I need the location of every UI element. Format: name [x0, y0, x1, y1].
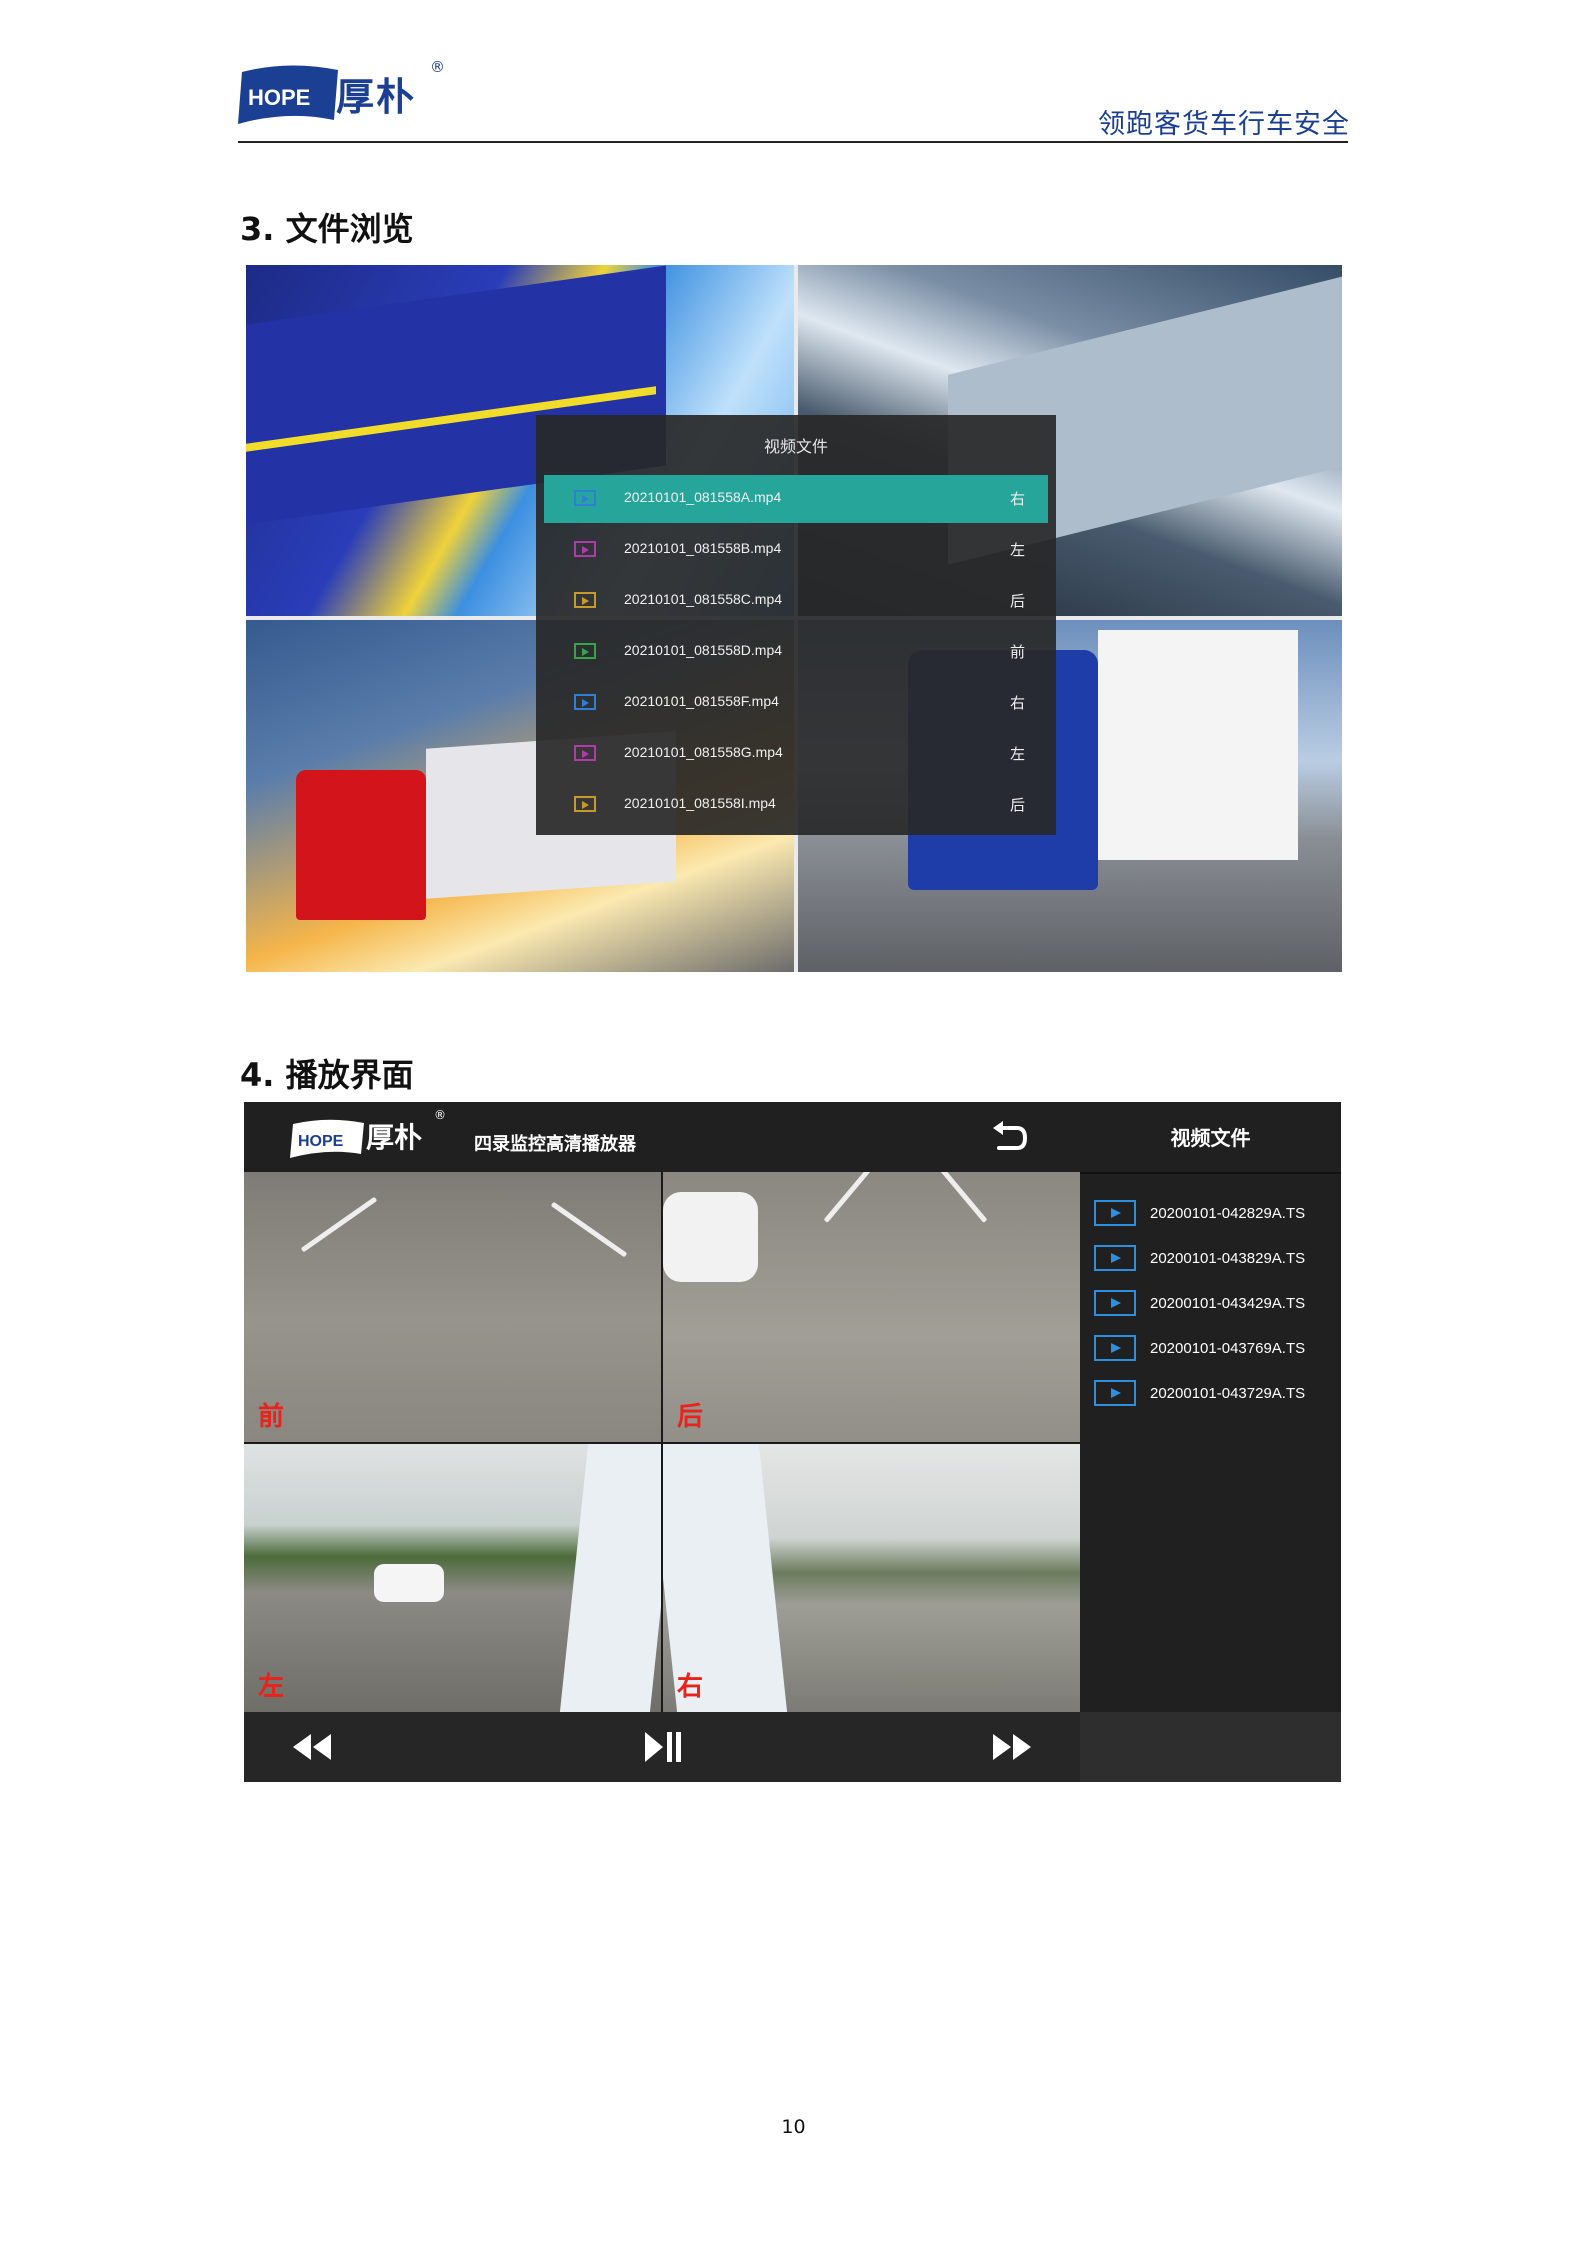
header-divider	[238, 141, 1348, 143]
video-file-icon	[574, 592, 596, 608]
video-file-icon	[574, 694, 596, 710]
camera-view-right[interactable]: 右	[663, 1444, 1080, 1712]
file-camera-position: 右	[1010, 490, 1026, 508]
camera-label-left: 左	[258, 1672, 285, 1702]
logo-chinese-name: 厚朴	[336, 74, 417, 119]
player-logo-flag: HOPE	[290, 1119, 364, 1158]
file-name: 20210101_081558B.mp4	[624, 540, 782, 556]
file-name: 20210101_081558A.mp4	[624, 489, 782, 505]
video-file-icon	[1094, 1380, 1136, 1406]
file-camera-position: 右	[1010, 694, 1026, 712]
file-name: 20210101_081558I.mp4	[624, 795, 776, 811]
player-title-bar: HOPE 厚朴 ® 四录监控高清播放器	[244, 1102, 1080, 1172]
file-name: 20210101_081558G.mp4	[624, 744, 783, 760]
playlist-file-name: 20200101-043769A.TS	[1150, 1340, 1306, 1357]
file-row[interactable]: 20210101_081558G.mp4 左	[544, 730, 1048, 778]
playlist-item[interactable]: 20200101-043729A.TS	[1094, 1378, 1334, 1410]
camera-label-rear: 后	[677, 1402, 704, 1432]
player-logo-chinese: 厚朴	[366, 1121, 423, 1154]
camera-view-rear[interactable]: 后	[663, 1172, 1080, 1442]
file-name: 20210101_081558F.mp4	[624, 693, 779, 709]
file-name: 20210101_081558D.mp4	[624, 642, 783, 658]
svg-text:HOPE: HOPE	[248, 85, 310, 110]
back-arrow-icon[interactable]	[989, 1118, 1029, 1158]
video-file-icon	[1094, 1200, 1136, 1226]
header-slogan: 领跑客货车行车安全	[1098, 109, 1350, 140]
video-file-list-panel: 视频文件 20200101-042829A.TS 20200101-043829A…	[1080, 1102, 1341, 1712]
camera-view-left[interactable]: 左	[244, 1444, 661, 1712]
video-file-icon	[574, 643, 596, 659]
controls-filler	[1080, 1712, 1341, 1782]
playlist-item[interactable]: 20200101-042829A.TS	[1094, 1198, 1334, 1230]
section-title-file-browse: 3. 文件浏览	[240, 210, 414, 248]
file-row[interactable]: 20210101_081558C.mp4 后	[544, 577, 1048, 625]
playlist-file-name: 20200101-043429A.TS	[1150, 1295, 1306, 1312]
player-title: 四录监控高清播放器	[474, 1134, 636, 1155]
playlist-file-name: 20200101-042829A.TS	[1150, 1205, 1306, 1222]
video-file-icon	[1094, 1335, 1136, 1361]
playlist-item[interactable]: 20200101-043829A.TS	[1094, 1243, 1334, 1275]
file-row[interactable]: 20210101_081558D.mp4 前	[544, 628, 1048, 676]
file-row[interactable]: 20210101_081558F.mp4 右	[544, 679, 1048, 727]
file-camera-position: 后	[1010, 796, 1026, 814]
video-file-icon	[574, 796, 596, 812]
playlist-item[interactable]: 20200101-043429A.TS	[1094, 1288, 1334, 1320]
file-camera-position: 左	[1010, 745, 1026, 763]
camera-label-front: 前	[258, 1402, 285, 1432]
camera-view-front[interactable]: 前	[244, 1172, 661, 1442]
video-file-icon	[1094, 1245, 1136, 1271]
rewind-icon[interactable]	[289, 1728, 335, 1766]
video-file-icon	[574, 745, 596, 761]
playlist-file-name: 20200101-043729A.TS	[1150, 1385, 1306, 1402]
svg-text:HOPE: HOPE	[298, 1133, 344, 1150]
file-camera-position: 前	[1010, 643, 1026, 661]
list-title: 视频文件	[1170, 1126, 1251, 1150]
camera-label-right: 右	[677, 1672, 704, 1702]
file-name: 20210101_081558C.mp4	[624, 591, 783, 607]
file-row[interactable]: 20210101_081558A.mp4 右	[544, 475, 1048, 523]
file-browse-screenshot: 视频文件 20210101_081558A.mp4 右 20210101_08155…	[246, 265, 1342, 972]
video-file-dialog: 视频文件 20210101_081558A.mp4 右 20210101_08155…	[536, 415, 1056, 835]
video-file-icon	[574, 490, 596, 506]
video-file-icon	[1094, 1290, 1136, 1316]
file-row[interactable]: 20210101_081558B.mp4 左	[544, 526, 1048, 574]
player-screenshot: HOPE 厚朴 ® 四录监控高清播放器 前 后 左 右 视频文件 2020010…	[244, 1102, 1341, 1782]
hope-logo-flag: HOPE	[238, 65, 338, 124]
playlist-item[interactable]: 20200101-043769A.TS	[1094, 1333, 1334, 1365]
player-registered-mark: ®	[434, 1108, 446, 1122]
playlist-file-name: 20200101-043829A.TS	[1150, 1250, 1306, 1267]
play-pause-icon[interactable]	[639, 1728, 685, 1766]
fast-forward-icon[interactable]	[989, 1728, 1035, 1766]
video-file-icon	[574, 541, 596, 557]
section-title-playback: 4. 播放界面	[240, 1056, 414, 1094]
page-number: 10	[781, 2116, 806, 2138]
file-row[interactable]: 20210101_081558I.mp4 后	[544, 781, 1048, 829]
file-camera-position: 左	[1010, 541, 1026, 559]
file-camera-position: 后	[1010, 592, 1026, 610]
playback-controls	[244, 1712, 1080, 1782]
registered-mark: ®	[430, 58, 445, 76]
dialog-title: 视频文件	[763, 437, 828, 456]
